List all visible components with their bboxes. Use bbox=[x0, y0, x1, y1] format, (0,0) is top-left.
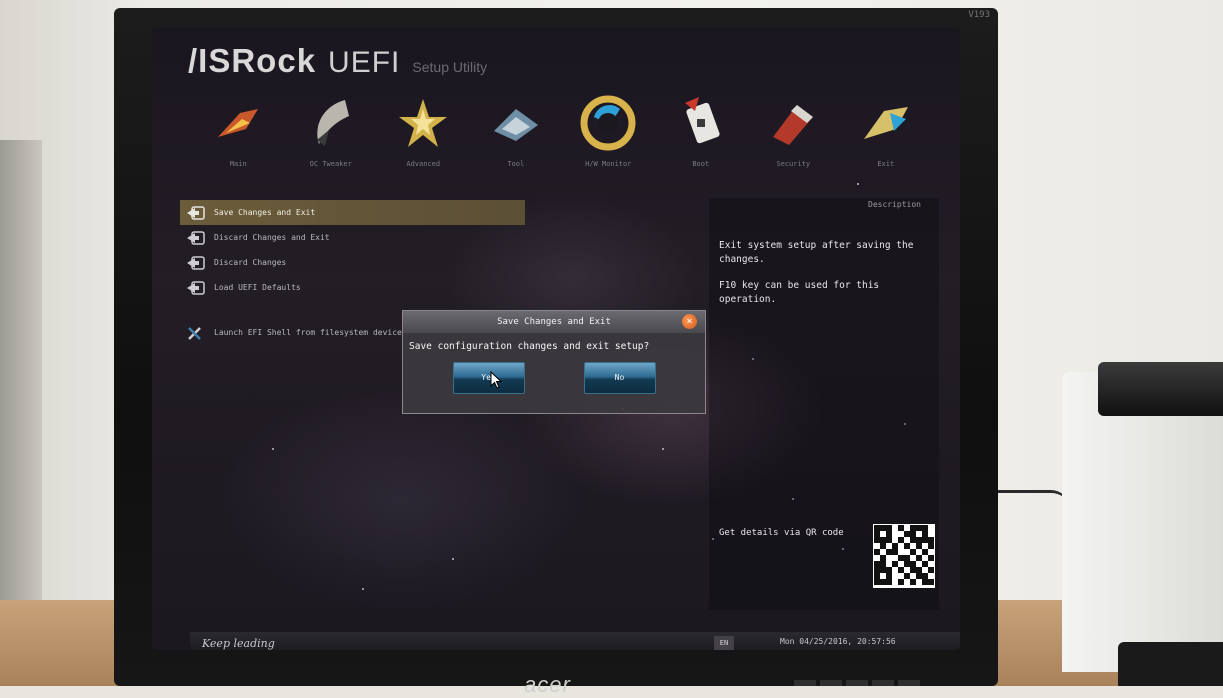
menu-item-label: Launch EFI Shell from filesystem device bbox=[214, 328, 402, 337]
tab-hw-monitor[interactable]: H/W Monitor bbox=[562, 95, 655, 174]
tab-main[interactable]: Main bbox=[192, 96, 285, 174]
exit-icon bbox=[857, 96, 915, 150]
monitor-button[interactable] bbox=[898, 680, 920, 686]
qr-label: Get details via QR code bbox=[719, 528, 844, 538]
description-text: Exit system setup after saving the chang… bbox=[719, 239, 934, 307]
description-panel: Description Exit system setup after savi… bbox=[709, 198, 939, 610]
security-icon bbox=[764, 96, 822, 150]
monitor-model-label: V193 bbox=[968, 10, 990, 20]
monitor-button[interactable] bbox=[794, 680, 816, 686]
tab-tool[interactable]: Tool bbox=[470, 96, 563, 174]
monitor-button[interactable] bbox=[872, 680, 894, 686]
boot-icon bbox=[672, 96, 730, 150]
language-button[interactable]: EN bbox=[714, 636, 734, 650]
menu-item-label: Load UEFI Defaults bbox=[214, 283, 301, 292]
tab-boot[interactable]: Boot bbox=[655, 96, 748, 174]
tab-advanced[interactable]: Advanced bbox=[377, 96, 470, 174]
datetime: Mon 04/25/2016, 20:57:56 bbox=[780, 637, 896, 646]
acer-logo: acer bbox=[524, 672, 571, 697]
exit-arrow-icon bbox=[187, 205, 205, 220]
description-title: Description bbox=[868, 200, 921, 209]
menu-discard-changes-and-exit[interactable]: Discard Changes and Exit bbox=[180, 225, 540, 250]
close-icon[interactable]: × bbox=[682, 314, 697, 329]
printer-top bbox=[1098, 362, 1223, 416]
save-exit-dialog: Save Changes and Exit × Save configurati… bbox=[402, 310, 706, 414]
yes-button[interactable]: Yes bbox=[452, 362, 525, 394]
menu-save-changes-and-exit[interactable]: Save Changes and Exit bbox=[180, 200, 525, 225]
tool-icon bbox=[487, 96, 545, 150]
menu-load-uefi-defaults[interactable]: Load UEFI Defaults bbox=[180, 275, 540, 300]
dialog-title: Save Changes and Exit × bbox=[403, 311, 705, 333]
menu-item-label: Save Changes and Exit bbox=[214, 208, 316, 217]
uefi-title: UEFI bbox=[328, 46, 401, 79]
monitor-buttons bbox=[794, 680, 920, 686]
top-nav: Main OC Tweaker Advanced Tool H/W Monito… bbox=[192, 95, 933, 174]
monitor: V193 /ISRock UEFI Setup Utility Main OC … bbox=[114, 8, 998, 697]
uefi-screen: /ISRock UEFI Setup Utility Main OC Tweak… bbox=[152, 28, 960, 650]
dialog-message: Save configuration changes and exit setu… bbox=[409, 341, 650, 352]
oc-tweaker-icon bbox=[302, 96, 360, 150]
slogan: Keep leading bbox=[202, 636, 275, 650]
qr-code bbox=[873, 524, 935, 588]
asrock-logo: /ISRock bbox=[188, 42, 317, 79]
status-bar: Keep leading EN Mon 04/25/2016, 20:57:56 bbox=[190, 632, 960, 650]
printer bbox=[1062, 362, 1223, 686]
advanced-icon bbox=[394, 96, 452, 150]
tab-oc-tweaker[interactable]: OC Tweaker bbox=[285, 96, 378, 174]
description-line: F10 key can be used for this operation. bbox=[719, 280, 880, 305]
brand-header: /ISRock UEFI Setup Utility bbox=[188, 42, 487, 80]
printer-base bbox=[1118, 642, 1223, 686]
dialog-title-text: Save Changes and Exit bbox=[497, 317, 611, 327]
uefi-subtitle: Setup Utility bbox=[412, 59, 488, 75]
menu-discard-changes[interactable]: Discard Changes bbox=[180, 250, 540, 275]
monitor-button[interactable] bbox=[820, 680, 842, 686]
dialog-buttons: Yes No bbox=[403, 362, 705, 394]
hw-monitor-icon bbox=[579, 95, 637, 151]
no-button-label: No bbox=[614, 373, 625, 382]
monitor-button[interactable] bbox=[846, 680, 868, 686]
exit-arrow-icon bbox=[187, 255, 205, 270]
description-line: Exit system setup after saving the chang… bbox=[719, 240, 914, 265]
menu-item-label: Discard Changes and Exit bbox=[214, 233, 330, 242]
mouse-cursor-icon bbox=[490, 371, 502, 389]
no-button[interactable]: No bbox=[583, 362, 656, 394]
tab-security[interactable]: Security bbox=[747, 96, 840, 174]
menu-item-label: Discard Changes bbox=[214, 258, 287, 267]
tab-exit[interactable]: Exit bbox=[840, 96, 933, 174]
tools-icon bbox=[188, 326, 201, 340]
main-icon bbox=[209, 96, 267, 150]
exit-arrow-icon bbox=[187, 230, 205, 245]
exit-arrow-icon bbox=[187, 280, 205, 295]
